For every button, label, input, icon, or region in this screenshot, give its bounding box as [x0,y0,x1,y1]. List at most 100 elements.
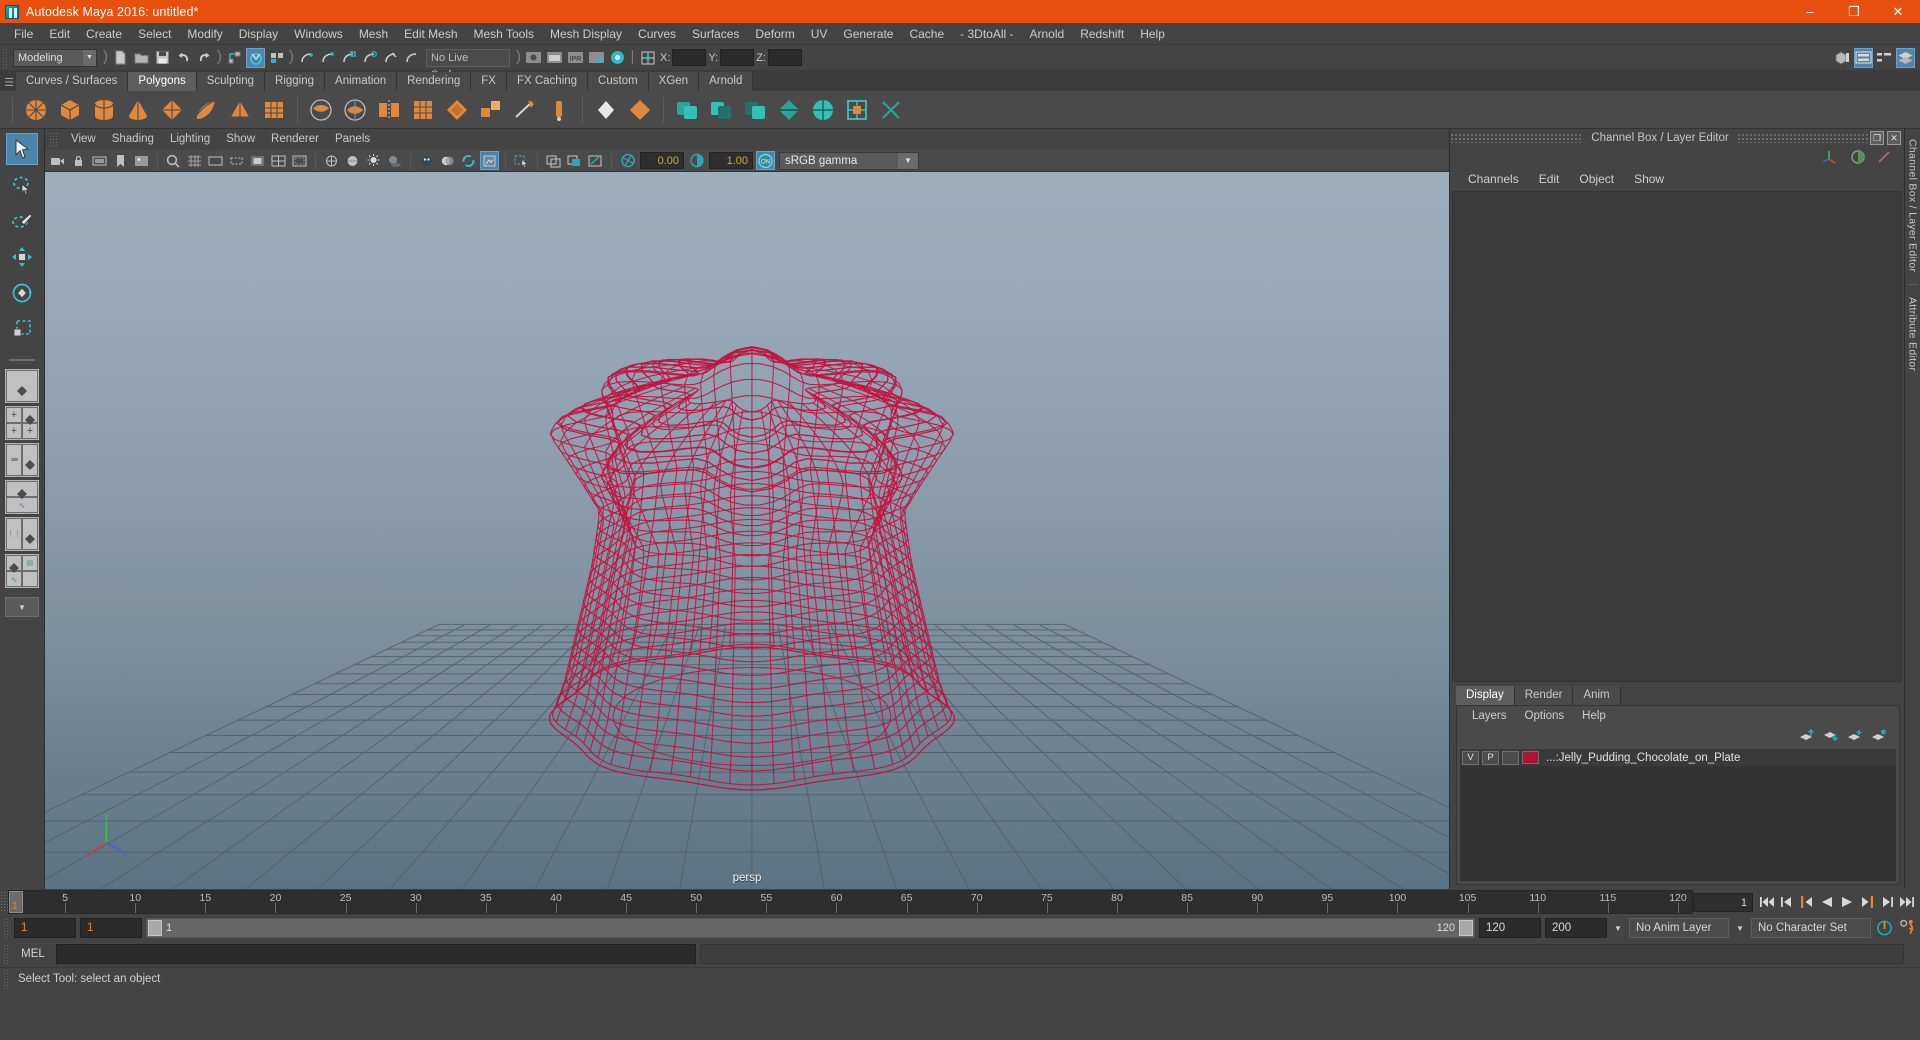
xray-icon[interactable] [544,151,563,170]
layout-persp-graph-button[interactable]: ∿ [5,480,39,514]
panel-drag-dots[interactable] [1450,133,1584,143]
auto-keyframe-toggle-icon[interactable] [1875,919,1894,938]
wireframe-shading-icon[interactable] [322,151,341,170]
screen-space-ao-icon[interactable] [417,151,436,170]
menu-item-modify[interactable]: Modify [179,23,230,45]
uv-cut-icon[interactable] [876,94,906,126]
poly-torus-icon[interactable] [157,94,187,126]
target-weld-icon[interactable] [544,94,574,126]
mirror-geometry-icon[interactable] [374,94,404,126]
animation-preferences-icon[interactable] [1898,919,1917,938]
step-back-frame-button[interactable] [1797,893,1816,912]
menu-item-curves[interactable]: Curves [630,23,684,45]
z-input[interactable] [767,49,802,66]
menu-item-uv[interactable]: UV [803,23,836,45]
safe-action-icon[interactable] [290,151,309,170]
anim-layer-selector[interactable]: No Anim Layer [1629,918,1729,938]
uv-editor-icon[interactable] [842,94,872,126]
character-set-selector[interactable]: No Character Set [1751,918,1871,938]
separate-icon[interactable] [340,94,370,126]
go-to-start-button[interactable] [1757,893,1776,912]
shelf-tab-sculpting[interactable]: Sculpting [196,72,266,91]
menu-item-3dtoall[interactable]: - 3DtoAll - [952,23,1021,45]
menu-item-select[interactable]: Select [130,23,179,45]
booleans-intersection-icon[interactable] [740,94,770,126]
perspective-viewport[interactable]: y x z persp [45,172,1449,889]
time-slider-track[interactable]: 1 5 10 15 20 25 30 35 40 45 50 55 60 65 70 75 80 85 90 95 1… [8,890,1693,914]
image-plane-icon[interactable] [132,151,151,170]
animation-end-time-field[interactable]: 200 [1545,918,1607,938]
step-forward-frame-button[interactable] [1857,893,1876,912]
gate-mask-icon[interactable] [248,151,267,170]
scale-tool-button[interactable] [6,313,38,345]
channel-box-content[interactable] [1452,191,1902,682]
chevron-down-icon[interactable]: ▼ [1611,918,1625,938]
layout-hypergraph-persp-button[interactable]: ⋮⋮ [5,517,39,551]
snap-to-view-plane-icon[interactable] [381,48,400,68]
show-hide-modeling-toolkit-icon[interactable] [1833,48,1852,68]
layer-menu-help[interactable]: Help [1573,710,1615,722]
dock-tab-channel-box[interactable]: Channel Box / Layer Editor [1907,133,1919,278]
shelf-menu-icon[interactable]: ☰ [2,73,16,91]
depth-of-field-icon[interactable] [480,151,499,170]
menu-item-generate[interactable]: Generate [835,23,901,45]
multi-cut-icon[interactable] [510,94,540,126]
menu-item-file[interactable]: File [6,23,41,45]
xray-active-components-icon[interactable] [586,151,605,170]
rotate-tool-button[interactable] [6,277,38,309]
select-camera-icon[interactable] [48,151,67,170]
range-end-time-field[interactable]: 120 [1479,918,1541,938]
layer-playback-toggle[interactable]: P [1482,750,1499,765]
time-slider-grip[interactable] [0,891,8,913]
render-current-frame-icon[interactable] [524,48,543,68]
select-by-object-type-icon[interactable] [246,47,265,68]
poly-sphere-icon[interactable] [21,94,51,126]
poly-cube-icon[interactable] [55,94,85,126]
poly-quad-draw-icon[interactable] [591,94,621,126]
range-start-handle[interactable] [148,920,162,936]
channelbox-menu-edit[interactable]: Edit [1529,172,1570,186]
poly-cylinder-icon[interactable] [89,94,119,126]
reduce-icon[interactable] [774,94,804,126]
motion-blur-icon[interactable] [438,151,457,170]
extrude-icon[interactable] [476,94,506,126]
poly-pyramid-icon[interactable] [225,94,255,126]
color-management-selector[interactable]: sRGB gamma ▼ [779,151,919,170]
select-by-component-type-icon[interactable] [267,48,286,68]
menu-item-create[interactable]: Create [78,23,130,45]
menuset-selector[interactable]: Modeling ▼ [13,48,97,67]
layout-four-view-button[interactable]: + + + [5,406,39,440]
dock-tab-attribute-editor[interactable]: Attribute Editor [1907,291,1919,377]
x-input[interactable] [672,49,707,66]
channelbox-menu-object[interactable]: Object [1569,172,1624,186]
xray-joints-icon[interactable] [565,151,584,170]
animation-start-time-field[interactable]: 1 [14,918,76,938]
booleans-difference-icon[interactable] [706,94,736,126]
menu-item-edit[interactable]: Edit [41,23,78,45]
shelf-tab-curves-surfaces[interactable]: Curves / Surfaces [16,72,129,91]
undo-icon[interactable] [174,48,193,68]
light-icon[interactable] [364,151,383,170]
range-slider-bar[interactable]: 1 120 [146,918,1475,938]
lasso-select-tool-button[interactable] [6,169,38,201]
shelf-tab-xgen[interactable]: XGen [648,72,700,91]
isolate-select-icon[interactable] [512,151,531,170]
gamma-icon[interactable] [687,151,706,170]
menu-item-deform[interactable]: Deform [747,23,802,45]
display-layer-list[interactable]: V P ...:Jelly_Pudding_Chocolate_on_Plate [1460,749,1896,881]
layout-persp-graph-outliner-button[interactable]: ▤ ∿ [5,554,39,588]
command-language-label[interactable]: MEL [14,948,52,960]
layout-outliner-persp-button[interactable]: ≡≡ [5,443,39,477]
snap-to-curve-icon[interactable] [318,48,337,68]
shelf-tab-fx[interactable]: FX [471,72,507,91]
irr-render-icon[interactable] [545,48,564,68]
film-gate-icon[interactable] [206,151,225,170]
menu-item-arnold[interactable]: Arnold [1022,23,1073,45]
play-forwards-button[interactable] [1837,893,1856,912]
hypershade-icon[interactable] [608,48,627,68]
save-scene-icon[interactable] [153,48,172,68]
shelf-tab-polygons[interactable]: Polygons [128,72,197,91]
lock-camera-icon[interactable] [69,151,88,170]
render-view-icon[interactable] [587,48,606,68]
channelbox-menu-channels[interactable]: Channels [1458,172,1529,186]
